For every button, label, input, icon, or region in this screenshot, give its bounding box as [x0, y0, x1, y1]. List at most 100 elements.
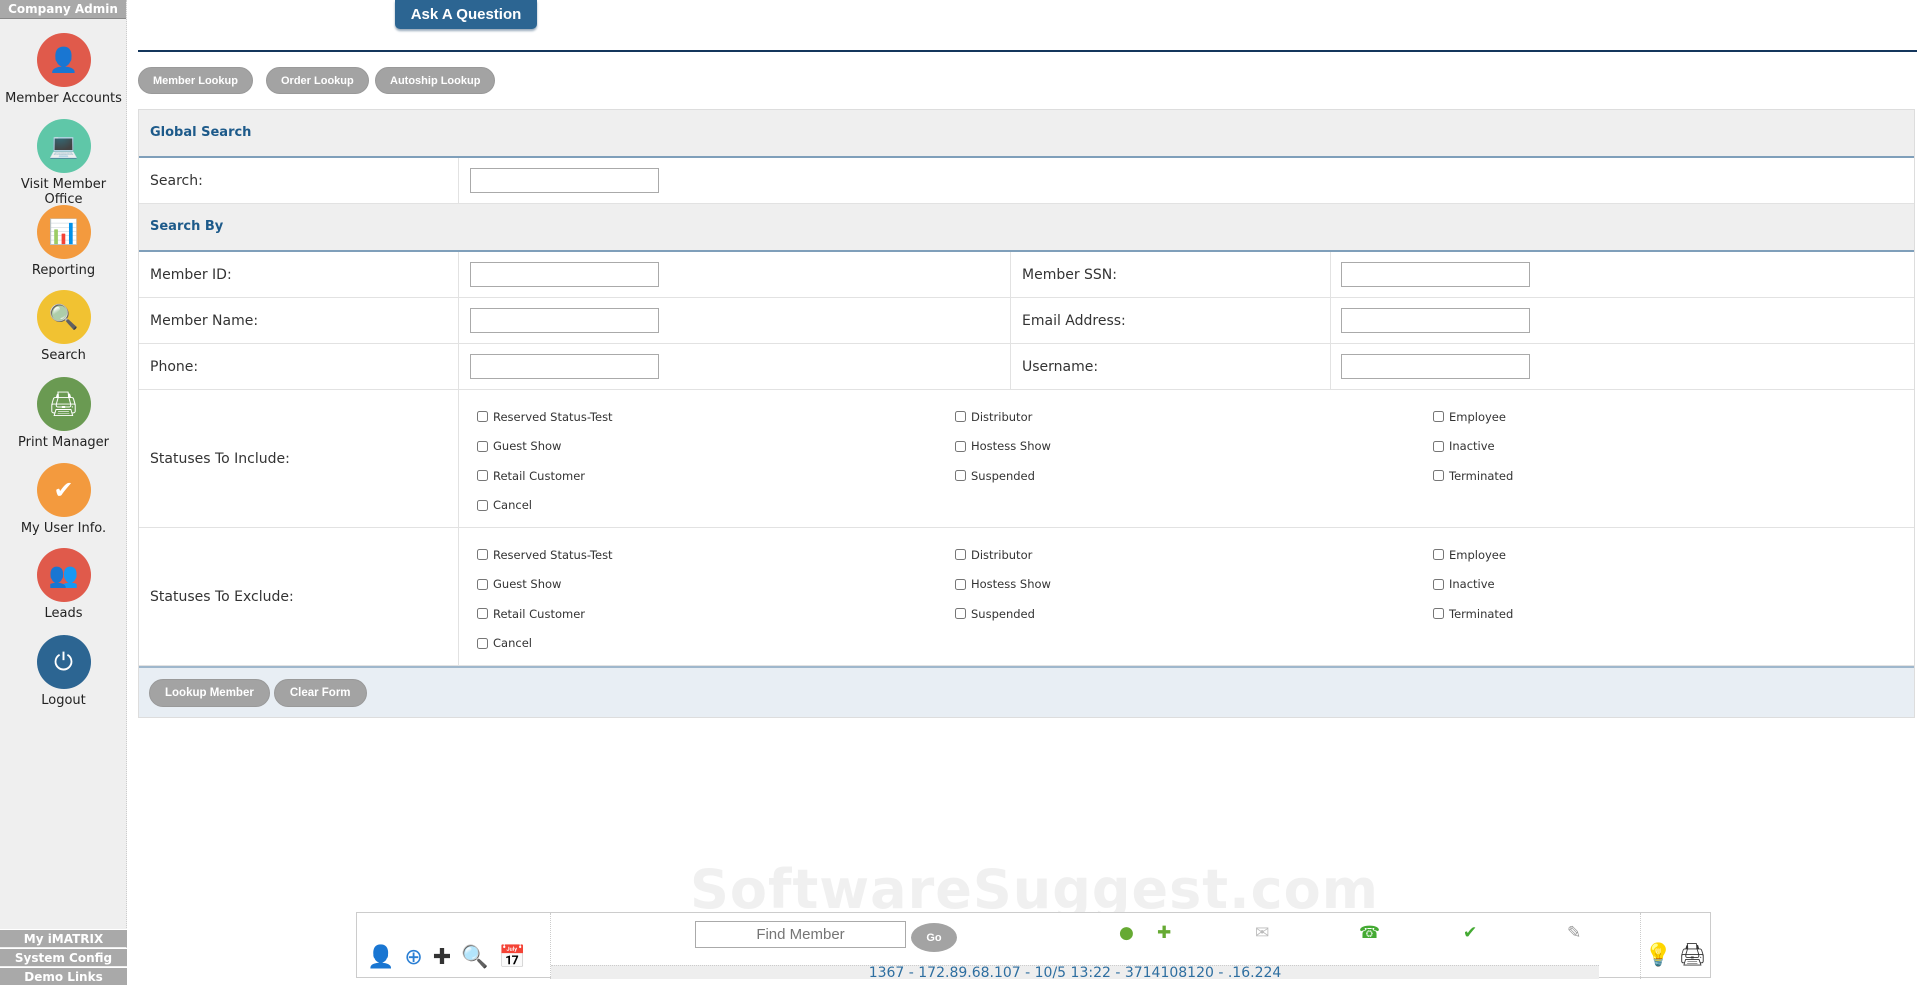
exc-status-employee[interactable]: Employee: [1433, 540, 1833, 570]
tab-order-lookup[interactable]: Order Lookup: [266, 67, 369, 94]
inc-status-guest-show[interactable]: Guest Show: [477, 432, 955, 462]
member-name-label: Member Name:: [139, 298, 459, 343]
sidebar-item-reporting[interactable]: 📊 Reporting: [0, 205, 127, 278]
status-label: Employee: [1449, 547, 1506, 562]
exclude-status-grid: Reserved Status-Test Distributor Employee G…: [459, 528, 1914, 665]
ask-question-button[interactable]: Ask A Question: [395, 0, 537, 29]
member-id-label: Member ID:: [139, 252, 459, 297]
email-input[interactable]: [1341, 308, 1530, 333]
sidebar-item-member-accounts[interactable]: 👤 Member Accounts: [0, 33, 127, 106]
status-checkbox[interactable]: [477, 608, 488, 620]
sidebar-item-label: Member Accounts: [5, 91, 122, 106]
status-label: Reserved Status-Test: [493, 409, 613, 424]
search-by-header: Search By: [139, 204, 1914, 252]
edit-note-icon[interactable]: ✎: [1567, 923, 1581, 943]
status-label: Suspended: [971, 468, 1035, 483]
include-status-grid: Reserved Status-Test Distributor Employee G…: [459, 390, 1914, 527]
statuses-exclude-label: Statuses To Exclude:: [139, 528, 459, 665]
member-ssn-input[interactable]: [1341, 262, 1530, 287]
exc-status-terminated[interactable]: Terminated: [1433, 599, 1833, 629]
inc-status-employee[interactable]: Employee: [1433, 402, 1833, 432]
inc-status-suspended[interactable]: Suspended: [955, 461, 1433, 491]
add-document-icon[interactable]: ✚: [1157, 923, 1171, 943]
inc-status-reserved-status-test[interactable]: Reserved Status-Test: [477, 402, 955, 432]
sidebar-item-search[interactable]: 🔍 Search: [0, 290, 127, 363]
mail-icon[interactable]: ✉: [1255, 923, 1269, 943]
sidebar-item-label: My User Info.: [20, 521, 107, 536]
exc-status-hostess-show[interactable]: Hostess Show: [955, 570, 1433, 600]
search-icon[interactable]: 🔍: [461, 945, 488, 970]
status-checkbox[interactable]: [1433, 578, 1444, 590]
go-button[interactable]: Go: [911, 923, 957, 952]
plus-icon[interactable]: ✚: [433, 945, 451, 970]
tab-member-lookup[interactable]: Member Lookup: [138, 67, 253, 94]
exc-status-retail-customer[interactable]: Retail Customer: [477, 599, 955, 629]
inc-status-retail-customer[interactable]: Retail Customer: [477, 461, 955, 491]
exc-status-suspended[interactable]: Suspended: [955, 599, 1433, 629]
status-label: Terminated: [1449, 468, 1514, 483]
exc-status-reserved-status-test[interactable]: Reserved Status-Test: [477, 540, 955, 570]
status-checkbox[interactable]: [477, 470, 488, 482]
tab-autoship-lookup[interactable]: Autoship Lookup: [375, 67, 496, 94]
status-checkbox[interactable]: [477, 499, 488, 511]
member-icon[interactable]: 👤: [367, 945, 394, 970]
status-checkbox[interactable]: [1433, 470, 1444, 482]
sidebar-item-print-manager[interactable]: 🖨 Print Manager: [0, 377, 127, 450]
status-checkbox[interactable]: [955, 578, 966, 590]
sidebar-demo-links[interactable]: Demo Links: [0, 967, 127, 985]
sidebar-item-visit-member-office[interactable]: 💻 Visit Member Office: [0, 119, 127, 207]
session-status: 1367 - 172.89.68.107 - 10/5 13:22 - 3714…: [551, 965, 1599, 980]
status-label: Retail Customer: [493, 606, 586, 621]
calendar-chart-icon[interactable]: 📅: [499, 945, 526, 970]
printer-icon[interactable]: 🖨: [1678, 943, 1706, 968]
lightbulb-icon[interactable]: 💡: [1645, 943, 1672, 968]
status-checkbox[interactable]: [955, 411, 966, 423]
find-member-input[interactable]: [695, 921, 906, 948]
clear-form-button[interactable]: Clear Form: [273, 678, 367, 707]
lookup-member-button[interactable]: Lookup Member: [149, 678, 270, 707]
status-checkbox[interactable]: [955, 549, 966, 561]
status-checkbox[interactable]: [477, 440, 488, 452]
status-label: Distributor: [971, 547, 1033, 562]
add-circle-icon[interactable]: ⊕: [404, 945, 422, 970]
username-label: Username:: [1011, 344, 1331, 389]
power-icon: ⏻: [36, 635, 91, 689]
status-label: Guest Show: [493, 577, 562, 592]
status-checkbox[interactable]: [955, 608, 966, 620]
status-checkbox[interactable]: [1433, 549, 1444, 561]
exc-status-guest-show[interactable]: Guest Show: [477, 570, 955, 600]
status-checkbox[interactable]: [477, 578, 488, 590]
sidebar-item-leads[interactable]: 👥 Leads: [0, 548, 127, 621]
status-checkbox[interactable]: [955, 470, 966, 482]
inc-status-terminated[interactable]: Terminated: [1433, 461, 1833, 491]
sidebar-item-my-user-info[interactable]: ✔ My User Info.: [0, 463, 127, 536]
status-label: Guest Show: [493, 439, 562, 454]
status-checkbox[interactable]: [1433, 608, 1444, 620]
sidebar-system-config[interactable]: System Config: [0, 948, 127, 966]
status-checkbox[interactable]: [477, 549, 488, 561]
status-checkbox[interactable]: [1433, 440, 1444, 452]
phone-input[interactable]: [470, 354, 659, 379]
status-checkbox[interactable]: [1433, 411, 1444, 423]
sidebar-item-logout[interactable]: ⏻ Logout: [0, 635, 127, 708]
sidebar-my-imatrix[interactable]: My iMATRIX: [0, 929, 127, 947]
status-label: Suspended: [971, 606, 1035, 621]
inc-status-hostess-show[interactable]: Hostess Show: [955, 432, 1433, 462]
member-name-input[interactable]: [470, 308, 659, 333]
exc-status-inactive[interactable]: Inactive: [1433, 570, 1833, 600]
username-input[interactable]: [1341, 354, 1530, 379]
search-input[interactable]: [470, 168, 659, 193]
member-id-input[interactable]: [470, 262, 659, 287]
inc-status-inactive[interactable]: Inactive: [1433, 432, 1833, 462]
header-divider: [138, 50, 1917, 52]
status-checkbox[interactable]: [477, 411, 488, 423]
status-checkbox[interactable]: [955, 440, 966, 452]
exc-status-cancel[interactable]: Cancel: [477, 629, 955, 659]
phone-icon[interactable]: ☎: [1359, 923, 1380, 943]
inc-status-distributor[interactable]: Distributor: [955, 402, 1433, 432]
check-icon[interactable]: ✔: [1463, 923, 1477, 943]
inc-status-cancel[interactable]: Cancel: [477, 491, 955, 521]
exc-status-distributor[interactable]: Distributor: [955, 540, 1433, 570]
person-green-icon[interactable]: ●: [1119, 923, 1134, 943]
status-checkbox[interactable]: [477, 637, 488, 649]
